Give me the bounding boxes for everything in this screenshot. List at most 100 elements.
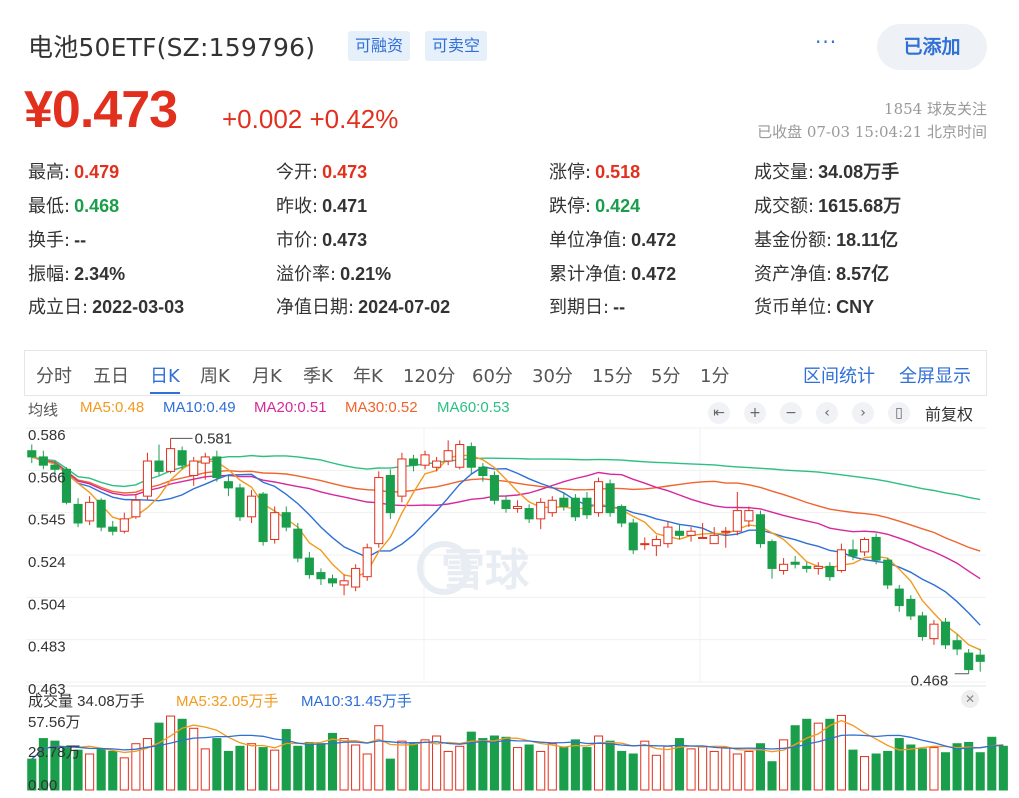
volume-bar (96, 748, 106, 791)
volume-ticks: 57.56万 28.78万 0.00 (28, 714, 81, 794)
volume-bar (848, 749, 858, 791)
candle-body (640, 543, 650, 546)
candlestick-chart[interactable]: 雪球 0.5860.5660.5450.5240.5040.4830.463 0… (0, 0, 1019, 798)
volume-bar (200, 748, 210, 791)
candle-body (836, 549, 846, 571)
candle-body (524, 508, 534, 520)
candle-body (327, 578, 338, 584)
volume-bar (605, 740, 615, 791)
volume-bar (327, 732, 338, 791)
candle-body (721, 530, 731, 533)
volume-bar (698, 745, 708, 791)
candle-body (536, 501, 546, 520)
candle-body (628, 522, 638, 551)
candle-body (605, 483, 615, 514)
candle-body (142, 460, 152, 497)
candle-body (744, 510, 754, 522)
y-tick-label: 0.524 (28, 554, 66, 571)
volume-bar (825, 718, 835, 791)
candle-body (166, 448, 176, 472)
candle-body (871, 536, 881, 561)
candle-body (258, 493, 268, 543)
candle-body (732, 510, 742, 532)
volume-bar (894, 738, 904, 791)
candle-body (443, 450, 453, 462)
candle-body (559, 497, 569, 507)
candle-body (119, 518, 129, 532)
volume-bar (304, 741, 314, 791)
volume-bar (617, 750, 627, 791)
candle-body (686, 530, 696, 536)
candle-body (85, 501, 95, 522)
volume-bar (547, 743, 557, 791)
volume-bar (397, 740, 407, 791)
volume-bar (860, 756, 870, 791)
volume-bar (212, 738, 222, 791)
candle-body (802, 565, 812, 569)
volume-bar (385, 758, 395, 791)
candle-body (293, 528, 303, 559)
volume-bar (640, 740, 650, 791)
candle-body (663, 526, 673, 545)
candle-body (385, 474, 395, 514)
volume-bars (27, 714, 1008, 791)
volume-tick-label: 57.56万 (28, 714, 81, 731)
volume-ma10-legend: MA10:31.45万手 (301, 693, 412, 710)
volume-bar (998, 745, 1008, 791)
candle-body (651, 539, 661, 547)
candle-body (593, 481, 604, 514)
candle-body (582, 497, 592, 516)
high-low-markers: 0.581 0.468 (170, 430, 969, 690)
candle-body (96, 499, 106, 528)
candle-body (779, 563, 789, 571)
volume-bar (744, 750, 754, 791)
volume-bar (559, 747, 569, 791)
candle-body (848, 549, 858, 557)
candle-body (38, 456, 48, 466)
volume-bar (952, 743, 962, 791)
candle-body (906, 598, 916, 617)
candle-body (617, 505, 627, 524)
volume-bar (582, 747, 592, 791)
candle-body (304, 557, 314, 576)
volume-bar (455, 745, 465, 791)
candle-body (547, 499, 557, 514)
volume-bar (802, 718, 812, 791)
close-volume-icon[interactable]: ✕ (961, 690, 979, 708)
candle-body (975, 654, 985, 662)
volume-bar (246, 743, 257, 791)
volume-bar (513, 747, 523, 791)
candle-body (374, 477, 384, 545)
high-marker-label: 0.581 (195, 430, 233, 447)
candle-body (246, 495, 257, 518)
volume-bar (166, 715, 176, 791)
volume-bar (790, 725, 800, 791)
y-tick-label: 0.566 (28, 469, 66, 486)
volume-bar (501, 736, 511, 791)
candle-body (929, 623, 939, 640)
candle-body (790, 561, 800, 565)
y-tick-label: 0.545 (28, 512, 66, 529)
volume-tick-label: 0.00 (28, 777, 57, 794)
candle-body (131, 499, 141, 518)
volume-bar (883, 750, 893, 791)
volume-bar (524, 744, 534, 791)
volume-bar (362, 753, 372, 791)
volume-bar (108, 750, 118, 791)
volume-bar (408, 743, 419, 791)
candle-body (755, 514, 766, 545)
candle-body (108, 526, 118, 532)
volume-bar (767, 761, 777, 791)
candle-body (489, 474, 499, 501)
candle-body (235, 487, 245, 518)
low-marker-label: 0.468 (911, 673, 949, 690)
candle-body (339, 580, 349, 586)
candle-body (860, 539, 870, 553)
y-tick-label: 0.586 (28, 427, 66, 444)
candle-body (813, 565, 823, 569)
volume-bar (316, 743, 326, 791)
candle-body (674, 530, 685, 536)
volume-bar (917, 748, 927, 791)
volume-bar (940, 752, 951, 791)
volume-bar (651, 754, 661, 791)
